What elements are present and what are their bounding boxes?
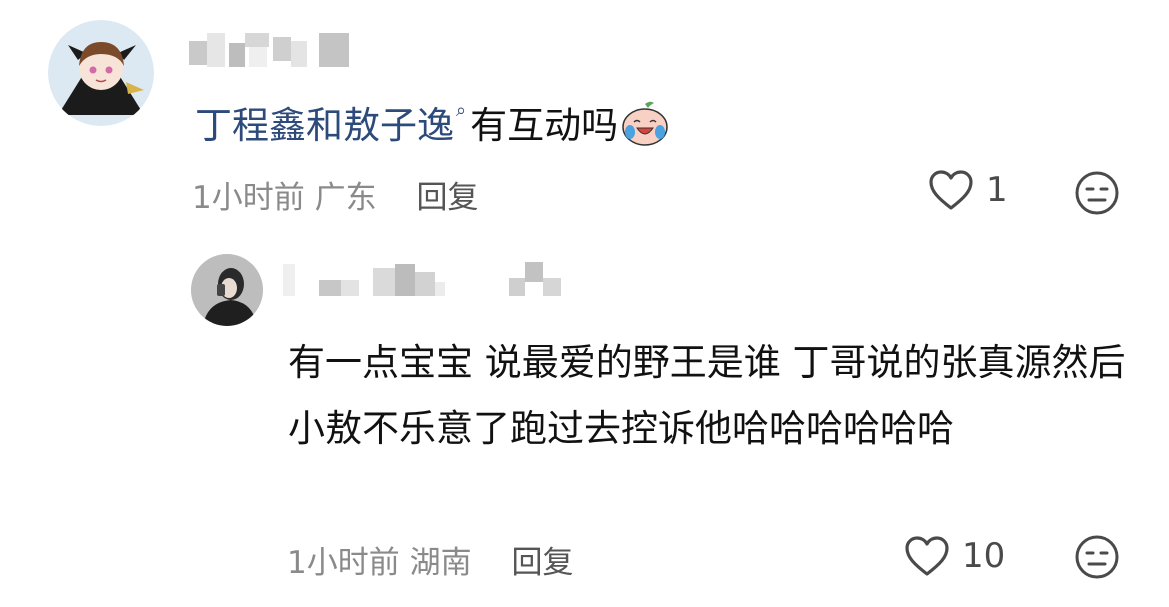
- mention-link[interactable]: 丁程鑫和敖子逸: [195, 104, 454, 147]
- comment-text: 丁程鑫和敖子逸 ⌕ 有互动吗: [195, 100, 670, 146]
- reply-meta: 1小时前 湖南 回复: [287, 537, 573, 582]
- commenter-username-blurred[interactable]: [189, 33, 359, 83]
- reply-time: 1小时前: [287, 545, 400, 581]
- neutral-face-icon: [1075, 535, 1119, 579]
- dislike-button[interactable]: [1074, 170, 1120, 216]
- comment-location: 广东: [314, 180, 377, 216]
- replier-username-blurred[interactable]: [283, 260, 568, 310]
- heart-outline-icon: [929, 170, 973, 210]
- commenter-avatar[interactable]: [48, 20, 154, 126]
- reply-text: 有一点宝宝 说最爱的野王是谁 丁哥说的张真源然后小敖不乐意了跑过去控诉他哈哈哈哈…: [288, 341, 1126, 450]
- comment-meta: 1小时前 广东 回复: [192, 172, 478, 217]
- reply-location: 湖南: [409, 545, 472, 581]
- heart-outline-icon: [905, 536, 949, 576]
- crying-laughing-emoji-icon: [620, 100, 670, 146]
- neutral-face-icon: [1075, 171, 1119, 215]
- search-icon[interactable]: ⌕: [456, 102, 466, 120]
- dislike-button[interactable]: [1074, 534, 1120, 580]
- comment-body: 有互动吗: [470, 104, 619, 147]
- like-button[interactable]: 1: [928, 169, 1008, 211]
- replier-avatar[interactable]: [191, 254, 263, 326]
- like-button[interactable]: 10: [904, 535, 1005, 577]
- like-count: 1: [986, 170, 1008, 210]
- comment-time: 1小时前: [192, 180, 305, 216]
- reply-button[interactable]: 回复: [416, 180, 478, 216]
- reply-button[interactable]: 回复: [511, 545, 573, 581]
- like-count: 10: [962, 536, 1006, 576]
